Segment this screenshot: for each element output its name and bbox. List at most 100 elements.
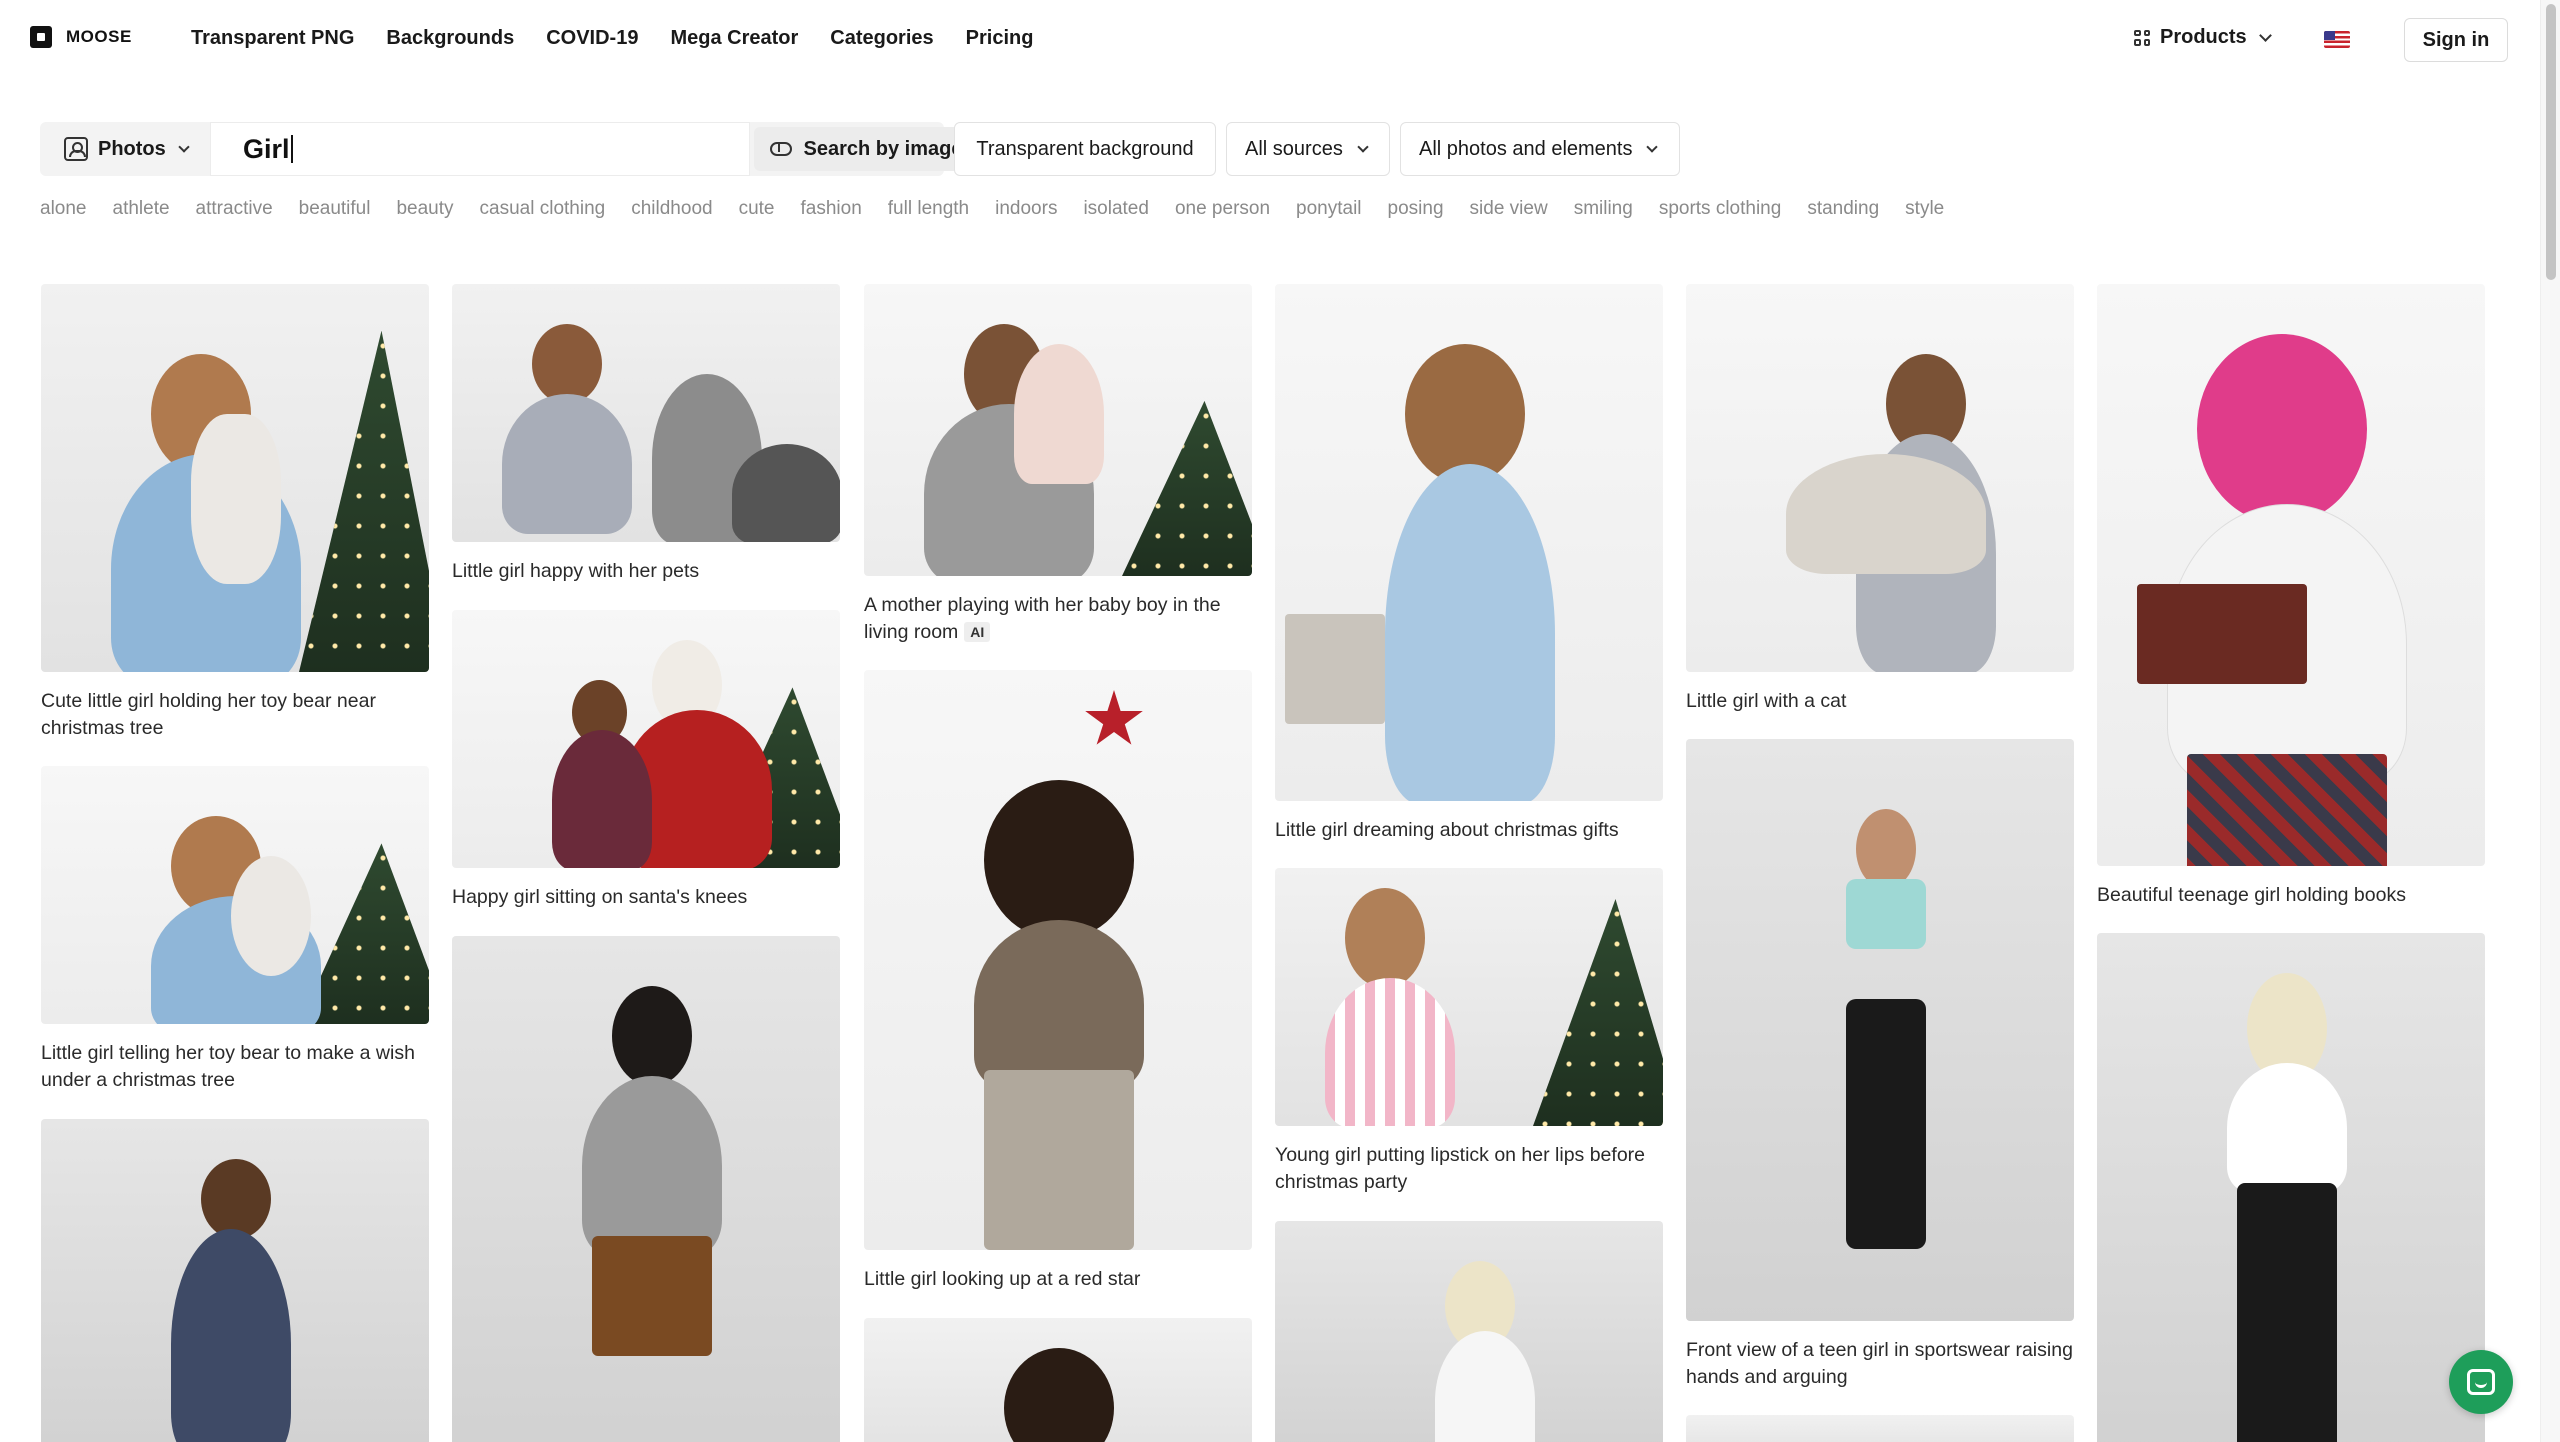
result-card: Little girl looking up at a red star <box>864 670 1252 1293</box>
chevron-down-icon <box>2258 28 2272 42</box>
scrollbar-thumb[interactable] <box>2546 4 2556 280</box>
result-photo[interactable] <box>41 766 429 1024</box>
nav-link-categories[interactable]: Categories <box>830 27 933 50</box>
tag-style[interactable]: style <box>1905 198 1944 220</box>
person <box>1385 464 1555 801</box>
content-type-select[interactable]: Photos <box>40 122 210 176</box>
person <box>2237 1183 2337 1442</box>
result-caption[interactable]: Little girl telling her toy bear to make… <box>41 1040 429 1094</box>
cat <box>1786 454 1986 574</box>
nav-link-pricing[interactable]: Pricing <box>966 27 1034 50</box>
person <box>171 1229 291 1442</box>
us-flag-icon[interactable] <box>2324 31 2350 48</box>
result-photo[interactable] <box>864 284 1252 576</box>
result-photo[interactable] <box>2097 933 2485 1442</box>
tag-sports-clothing[interactable]: sports clothing <box>1659 198 1782 220</box>
person <box>552 730 652 868</box>
result-caption[interactable]: A mother playing with her baby boy in th… <box>864 592 1252 646</box>
result-card: Young girl putting lipstick on her lips … <box>1275 868 1663 1196</box>
result-caption[interactable]: Happy girl sitting on santa's knees <box>452 884 840 911</box>
result-photo[interactable] <box>41 1119 429 1442</box>
result-photo[interactable] <box>864 670 1252 1250</box>
nav-link-mega-creator[interactable]: Mega Creator <box>670 27 798 50</box>
result-card: A mother playing with her baby boy in th… <box>864 284 1252 646</box>
tag-beauty[interactable]: beauty <box>396 198 453 220</box>
tag-side-view[interactable]: side view <box>1470 198 1548 220</box>
christmas-tree <box>1533 898 1663 1126</box>
result-caption[interactable]: Beautiful teenage girl holding books <box>2097 882 2485 909</box>
result-caption[interactable]: Little girl dreaming about christmas gif… <box>1275 817 1663 844</box>
result-caption[interactable]: Little girl looking up at a red star <box>864 1266 1252 1293</box>
result-card: Cute little girl holding her toy bear ne… <box>41 284 429 742</box>
nav-link-transparent-png[interactable]: Transparent PNG <box>191 27 354 50</box>
person <box>1405 344 1525 484</box>
result-photo[interactable] <box>452 936 840 1442</box>
result-photo[interactable] <box>41 284 429 672</box>
result-photo[interactable] <box>2097 284 2485 866</box>
page-scrollbar[interactable] <box>2540 0 2560 1442</box>
result-photo[interactable] <box>1686 1415 2074 1442</box>
search-input[interactable]: Girl <box>210 122 750 176</box>
tag-isolated[interactable]: isolated <box>1083 198 1149 220</box>
tag-cute[interactable]: cute <box>739 198 775 220</box>
result-photo[interactable] <box>1275 868 1663 1126</box>
products-label: Products <box>2160 26 2247 48</box>
result-caption[interactable]: Cute little girl holding her toy bear ne… <box>41 688 429 742</box>
chat-icon <box>2467 1369 2495 1395</box>
nav-link-covid-19[interactable]: COVID-19 <box>546 27 638 50</box>
result-photo[interactable] <box>1275 1221 1663 1442</box>
person <box>1435 1331 1535 1442</box>
search-query: Girl <box>243 133 290 164</box>
tag-fashion[interactable]: fashion <box>801 198 862 220</box>
tag-one-person[interactable]: one person <box>1175 198 1270 220</box>
result-caption[interactable]: Little girl happy with her pets <box>452 558 840 585</box>
nav-links: Transparent PNG Backgrounds COVID-19 Meg… <box>191 27 1033 50</box>
tag-standing[interactable]: standing <box>1807 198 1879 220</box>
tag-smiling[interactable]: smiling <box>1574 198 1633 220</box>
result-caption[interactable]: Front view of a teen girl in sportswear … <box>1686 1337 2074 1391</box>
tag-ponytail[interactable]: ponytail <box>1296 198 1362 220</box>
tag-athlete[interactable]: athlete <box>113 198 170 220</box>
logo-text: MOOSE <box>66 27 132 46</box>
photo-icon <box>64 137 88 161</box>
person <box>1856 809 1916 889</box>
nav-link-backgrounds[interactable]: Backgrounds <box>386 27 514 50</box>
person <box>974 920 1144 1090</box>
person <box>1004 1348 1114 1442</box>
result-caption[interactable]: Young girl putting lipstick on her lips … <box>1275 1142 1663 1196</box>
teddy-bear <box>191 414 281 584</box>
tag-casual-clothing[interactable]: casual clothing <box>480 198 606 220</box>
result-photo[interactable] <box>452 610 840 868</box>
tag-indoors[interactable]: indoors <box>995 198 1057 220</box>
tag-beautiful[interactable]: beautiful <box>299 198 371 220</box>
result-card: Little girl with a cat <box>1686 284 2074 715</box>
result-photo[interactable] <box>452 284 840 542</box>
text-caret <box>290 135 293 163</box>
cat <box>732 444 840 542</box>
tag-alone[interactable]: alone <box>40 198 87 220</box>
products-menu[interactable]: Products <box>2134 26 2272 49</box>
tag-childhood[interactable]: childhood <box>631 198 712 220</box>
result-photo[interactable] <box>1275 284 1663 801</box>
person <box>1345 888 1425 988</box>
result-card <box>864 1318 1252 1442</box>
christmas-tree <box>299 330 429 672</box>
person <box>612 986 692 1086</box>
elements-filter[interactable]: All photos and elements <box>1400 122 1680 176</box>
result-photo[interactable] <box>864 1318 1252 1442</box>
sources-filter[interactable]: All sources <box>1226 122 1390 176</box>
tag-full-length[interactable]: full length <box>888 198 969 220</box>
result-photo[interactable] <box>1686 739 2074 1321</box>
tag-attractive[interactable]: attractive <box>196 198 273 220</box>
grid-icon <box>2134 29 2150 46</box>
result-photo[interactable] <box>1686 284 2074 672</box>
person <box>592 1236 712 1356</box>
sign-in-button[interactable]: Sign in <box>2404 18 2508 62</box>
logo[interactable]: MOOSE <box>30 26 132 48</box>
person <box>2187 754 2387 866</box>
transparent-background-filter[interactable]: Transparent background <box>954 122 1216 176</box>
search-by-image-button[interactable]: Search by image <box>754 127 978 171</box>
result-caption[interactable]: Little girl with a cat <box>1686 688 2074 715</box>
chat-button[interactable] <box>2449 1350 2513 1414</box>
tag-posing[interactable]: posing <box>1388 198 1444 220</box>
